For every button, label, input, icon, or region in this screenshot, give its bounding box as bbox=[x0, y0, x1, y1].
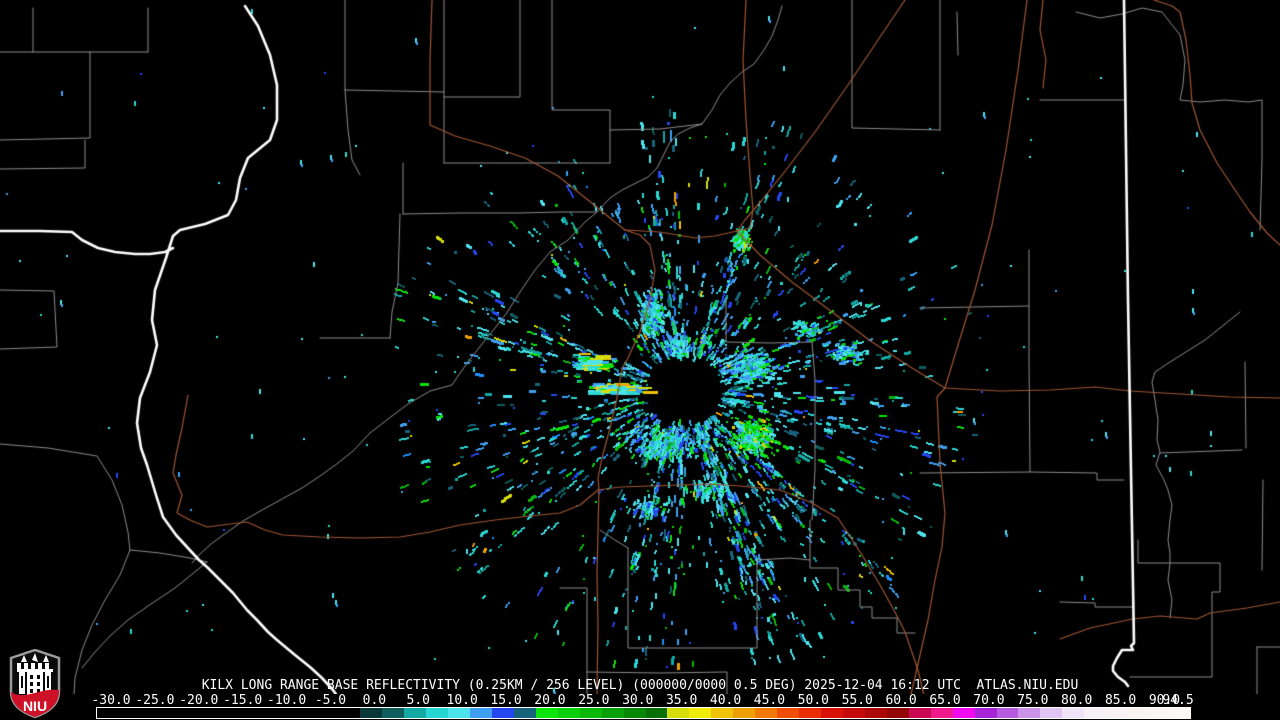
colorbar-tick-label: -20.0 bbox=[179, 693, 219, 708]
colorbar-segment bbox=[513, 708, 536, 718]
colorbar-segment bbox=[1128, 708, 1151, 718]
colorbar-segment bbox=[733, 708, 756, 718]
colorbar-segment bbox=[689, 708, 712, 718]
colorbar-tick-label: 65.0 bbox=[929, 693, 961, 708]
colorbar-segment bbox=[908, 708, 931, 718]
colorbar-segment bbox=[886, 708, 909, 718]
colorbar-tick-label: 75.0 bbox=[1017, 693, 1049, 708]
colorbar-segment bbox=[645, 708, 668, 718]
colorbar-segment bbox=[952, 708, 975, 718]
colorbar-segment bbox=[821, 708, 843, 718]
colorbar-tick-label: -15.0 bbox=[223, 693, 263, 708]
colorbar-tick-label: 35.0 bbox=[665, 693, 698, 708]
colorbar-tick-label: 20.0 bbox=[534, 693, 566, 708]
colorbar-segment bbox=[755, 708, 778, 718]
colorbar-segment bbox=[601, 708, 624, 718]
colorbar-segment bbox=[360, 708, 383, 718]
colorbar-tick-label: 94.5 bbox=[1162, 693, 1194, 708]
radar-screen: KILX LONG RANGE BASE REFLECTIVITY (0.25K… bbox=[0, 0, 1280, 720]
colorbar-tick-label: -5.0 bbox=[314, 693, 347, 708]
colorbar-segment bbox=[1106, 708, 1129, 718]
colorbar-tick-label: 30.0 bbox=[622, 693, 654, 708]
colorbar-scale-labels: -30.0 -25.0 -20.0 -15.0 -10.0 -5.0 0.0 5.0 10.0 1… bbox=[0, 694, 1280, 707]
colorbar-tick-label: 50.0 bbox=[797, 693, 829, 708]
colorbar-segment bbox=[491, 708, 514, 718]
colorbar-segment bbox=[974, 708, 997, 718]
colorbar-segment bbox=[382, 708, 405, 718]
colorbar-segment bbox=[97, 708, 361, 718]
colorbar-tick-label: 10.0 bbox=[446, 693, 478, 708]
colorbar-segment bbox=[579, 708, 602, 718]
colorbar-segment bbox=[996, 708, 1019, 718]
colorbar-segment bbox=[470, 708, 492, 718]
colorbar-tick-label: 60.0 bbox=[885, 693, 917, 708]
colorbar-segment bbox=[535, 708, 558, 718]
product-title: KILX LONG RANGE BASE REFLECTIVITY (0.25K… bbox=[201, 678, 1079, 693]
colorbar-segment bbox=[1084, 708, 1107, 718]
colorbar-segment bbox=[711, 708, 734, 718]
colorbar-segment bbox=[1040, 708, 1063, 718]
colorbar-tick-label: -25.0 bbox=[135, 693, 175, 708]
niu-logo-text: NIU bbox=[23, 698, 47, 714]
colorbar-tick-label: 5.0 bbox=[406, 693, 431, 708]
colorbar-tick-label: 15.0 bbox=[490, 693, 522, 708]
colorbar-segment bbox=[1150, 708, 1173, 718]
colorbar-segment bbox=[448, 708, 471, 718]
reflectivity-colorbar bbox=[96, 707, 1191, 719]
colorbar-segment bbox=[842, 708, 865, 718]
niu-logo: NIU bbox=[9, 649, 61, 719]
radar-map-canvas bbox=[0, 0, 1280, 720]
colorbar-tick-label: 85.0 bbox=[1104, 693, 1137, 708]
colorbar-segment bbox=[1172, 708, 1190, 718]
castle-icon bbox=[17, 653, 53, 696]
colorbar-segment bbox=[667, 708, 690, 718]
colorbar-segment bbox=[930, 708, 953, 718]
colorbar-segment bbox=[864, 708, 887, 718]
colorbar-tick-label: 45.0 bbox=[753, 693, 786, 708]
colorbar-tick-label: 0.0 bbox=[362, 693, 387, 708]
colorbar-segment bbox=[426, 708, 449, 718]
colorbar-tick-label: 80.0 bbox=[1061, 693, 1093, 708]
colorbar-tick-label: 25.0 bbox=[578, 693, 610, 708]
colorbar-tick-label: -30.0 bbox=[91, 693, 131, 708]
colorbar-segment bbox=[404, 708, 427, 718]
colorbar-segment bbox=[1018, 708, 1041, 718]
colorbar-segment bbox=[623, 708, 646, 718]
colorbar-panel: -30.0 -25.0 -20.0 -15.0 -10.0 -5.0 0.0 5.0 10.0 1… bbox=[0, 694, 1280, 720]
colorbar-segment bbox=[777, 708, 800, 718]
colorbar-tick-label: 40.0 bbox=[709, 693, 742, 708]
colorbar-tick-label: 55.0 bbox=[841, 693, 873, 708]
colorbar-tick-label: -10.0 bbox=[267, 693, 307, 708]
colorbar-segment bbox=[557, 708, 580, 718]
colorbar-segment bbox=[799, 708, 822, 718]
colorbar-segment bbox=[1062, 708, 1085, 718]
colorbar-tick-label: 70.0 bbox=[973, 693, 1005, 708]
